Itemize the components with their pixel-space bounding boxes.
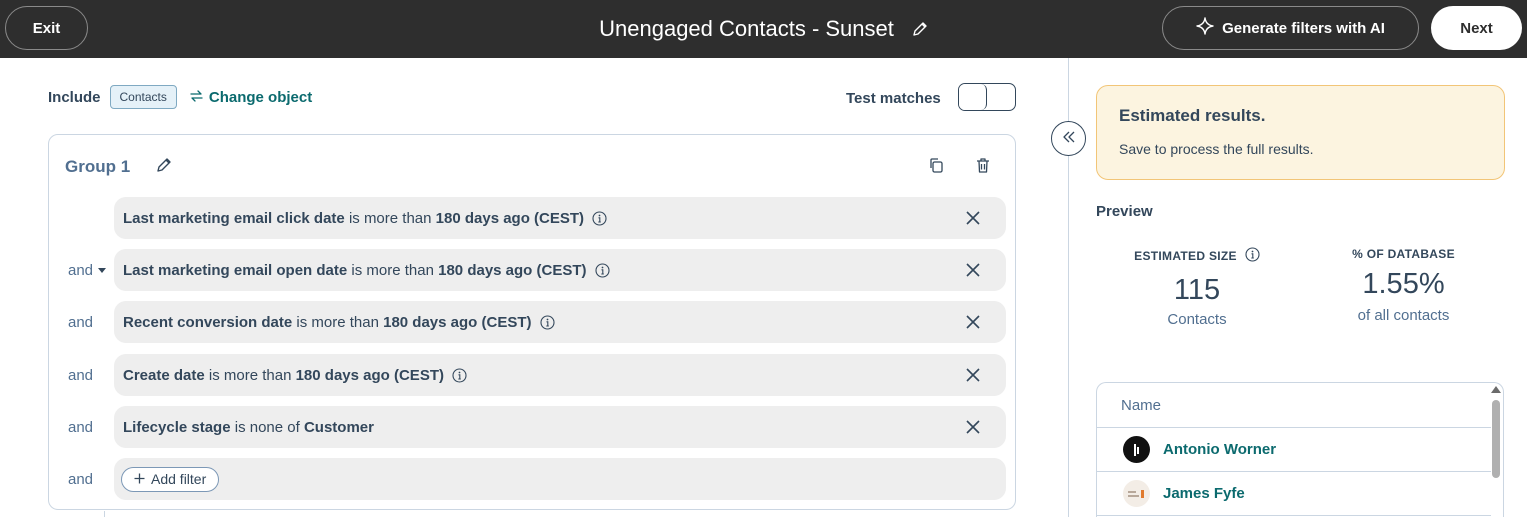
next-button[interactable]: Next [1431, 6, 1522, 50]
trash-icon[interactable] [976, 157, 990, 179]
generate-filters-ai-label: Generate filters with AI [1222, 19, 1385, 37]
filter-group: Group 1 Last marketing email click date … [48, 134, 1016, 510]
table-row: James Fyfe [1097, 472, 1491, 516]
page-title: Unengaged Contacts - Sunset [599, 16, 894, 41]
filter-pill[interactable]: Last marketing email open date is more t… [114, 249, 1006, 291]
connector-label: and [68, 470, 94, 488]
filter-property: Lifecycle stage [123, 418, 231, 436]
filter-value: 180 days ago (CEST) [383, 313, 532, 331]
remove-filter-icon[interactable] [966, 420, 980, 438]
connector-label: and [68, 313, 94, 331]
swap-icon [190, 89, 203, 106]
preview-label: Preview [1096, 203, 1153, 220]
top-bar: Exit Unengaged Contacts - Sunset Generat… [0, 0, 1527, 58]
database-percent-stat: % OF DATABASE 1.55% of all contacts [1330, 247, 1477, 324]
remove-filter-icon[interactable] [966, 368, 980, 386]
caret-down-icon [98, 267, 107, 273]
estimated-results-box: Estimated results. Save to process the f… [1096, 85, 1505, 180]
database-percent-label: % OF DATABASE [1352, 247, 1455, 261]
filter-row: and Create date is more than 180 days ag… [49, 354, 1017, 396]
group-connector-line [104, 511, 105, 517]
filter-value: Customer [303, 418, 374, 436]
connector-label: and [68, 261, 94, 279]
pencil-icon[interactable] [156, 157, 172, 178]
filter-pill[interactable]: Recent conversion date is more than 180 … [114, 301, 1006, 343]
test-matches-label: Test matches [846, 90, 941, 107]
filter-property: Last marketing email open date [123, 261, 348, 279]
generate-filters-ai-button[interactable]: Generate filters with AI [1162, 6, 1419, 50]
change-object-link[interactable]: Change object [190, 89, 312, 106]
filter-pill[interactable]: Lifecycle stage is none of Customer [114, 406, 1006, 448]
table-scrollbar[interactable] [1490, 386, 1503, 517]
add-filter-button[interactable]: Add filter [121, 466, 220, 492]
table-header-name: Name [1097, 383, 1491, 428]
group-title: Group 1 [65, 157, 131, 176]
scroll-thumb[interactable] [1492, 400, 1500, 478]
include-row: Include Contacts Change object [48, 84, 312, 110]
plus-icon [134, 471, 145, 487]
connector-label: and [68, 418, 94, 436]
test-matches-toggle[interactable] [958, 83, 1016, 111]
info-icon[interactable] [452, 367, 467, 383]
connector-dropdown[interactable]: and [68, 249, 107, 291]
remove-filter-icon[interactable] [966, 211, 980, 229]
logo-avatar [1123, 480, 1150, 507]
estimated-results-title: Estimated results. [1119, 106, 1266, 125]
exit-button[interactable]: Exit [5, 6, 88, 50]
sparkle-icon [1196, 17, 1214, 39]
toggle-knob [959, 84, 987, 110]
add-filter-label: Add filter [151, 471, 207, 487]
filter-value: 180 days ago (CEST) [295, 366, 444, 384]
info-icon[interactable] [592, 210, 607, 226]
collapse-panel-button[interactable] [1051, 121, 1086, 156]
database-percent-value: 1.55% [1362, 268, 1445, 300]
pencil-icon[interactable] [912, 21, 928, 37]
add-filter-row: and Add filter [49, 458, 1017, 500]
dark-logo-avatar [1123, 436, 1150, 463]
estimated-size-value: 115 [1173, 274, 1221, 306]
filter-pill[interactable]: Last marketing email click date is more … [114, 197, 1006, 239]
connector-label: and [68, 366, 94, 384]
object-tag: Contacts [109, 85, 177, 109]
filter-operator: is none of [234, 418, 300, 436]
estimated-size-stat: ESTIMATED SIZE 115 Contacts [1118, 247, 1276, 328]
filter-operator: is more than [348, 209, 432, 227]
filter-row: and Last marketing email open date is mo… [49, 249, 1017, 291]
double-chevron-left-icon [1062, 130, 1076, 148]
estimated-size-label-text: ESTIMATED SIZE [1134, 249, 1237, 263]
contact-name-link[interactable]: James Fyfe [1163, 485, 1245, 502]
info-icon[interactable] [539, 314, 555, 330]
filter-operator: is more than [351, 261, 434, 279]
scroll-up-arrow-icon[interactable] [1491, 386, 1501, 393]
filter-row: and Lifecycle stage is none of Customer [49, 406, 1017, 448]
filter-value: 180 days ago (CEST) [435, 209, 585, 227]
filter-operator: is more than [208, 366, 292, 384]
database-percent-unit: of all contacts [1357, 307, 1450, 324]
remove-filter-icon[interactable] [966, 263, 980, 281]
filter-row: and Recent conversion date is more than … [49, 301, 1017, 343]
change-object-label: Change object [208, 88, 313, 106]
filter-operator: is more than [296, 313, 379, 331]
info-icon[interactable] [1245, 247, 1260, 265]
filter-property: Recent conversion date [123, 313, 293, 331]
remove-filter-icon[interactable] [966, 315, 980, 333]
estimated-size-unit: Contacts [1167, 311, 1227, 328]
contact-name-link[interactable]: Antonio Worner [1163, 441, 1276, 458]
copy-icon[interactable] [928, 157, 944, 179]
filter-value: 180 days ago (CEST) [438, 261, 587, 279]
info-icon[interactable] [594, 262, 610, 278]
filter-property: Last marketing email click date [123, 209, 345, 227]
add-filter-pill: Add filter [114, 458, 1006, 500]
filter-row: Last marketing email click date is more … [49, 197, 1017, 239]
filter-pill[interactable]: Create date is more than 180 days ago (C… [114, 354, 1006, 396]
estimated-size-label: ESTIMATED SIZE [1118, 247, 1276, 265]
table-row: Antonio Worner [1097, 428, 1491, 472]
preview-table: Name Antonio Worner James Fyfe [1096, 382, 1504, 517]
estimated-results-subtitle: Save to process the full results. [1119, 141, 1314, 157]
include-label: Include [48, 88, 101, 106]
filter-property: Create date [123, 366, 205, 384]
